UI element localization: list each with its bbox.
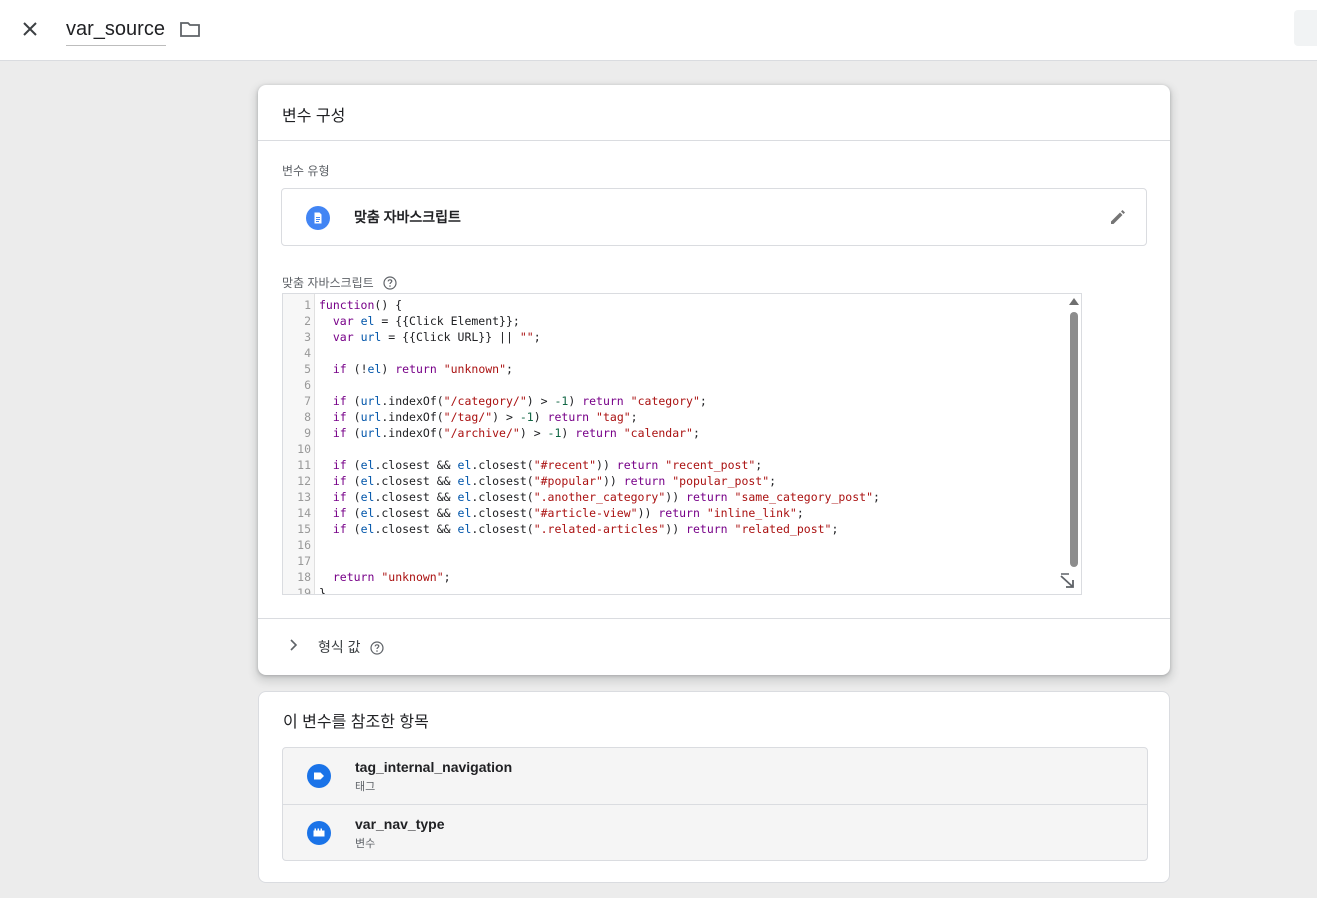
- line-text: if (url.indexOf("/tag/") > -1) return "t…: [332, 410, 638, 424]
- reference-name: var_nav_type: [355, 816, 445, 832]
- line-number: 17: [297, 554, 311, 568]
- variable-type-name: 맞춤 자바스크립트: [354, 209, 461, 225]
- line-number: 5: [304, 362, 311, 376]
- line-text: if (el.closest && el.closest("#popular")…: [332, 474, 777, 488]
- line-text: if (el.closest && el.closest("#article-v…: [332, 506, 804, 520]
- line-number: 1: [304, 298, 311, 312]
- line-text: if (url.indexOf("/archive/") > -1) retur…: [332, 426, 700, 440]
- reference-type: 태그: [355, 781, 376, 793]
- line-text: var el = {{Click Element}};: [332, 314, 520, 328]
- line-number: 16: [297, 538, 311, 552]
- line-text: if (el.closest && el.closest("#recent"))…: [332, 458, 763, 472]
- resize-handle-icon[interactable]: [1059, 572, 1077, 590]
- variable-configuration-card: 변수 구성 변수 유형 맞춤 자바스크립트 맞춤 자바스크립트 1 functio…: [258, 85, 1170, 675]
- variable-name-input[interactable]: var_source: [66, 16, 166, 46]
- line-number: 11: [297, 458, 311, 472]
- chevron-right-icon: [288, 638, 300, 652]
- divider: [258, 140, 1170, 141]
- help-icon[interactable]: [383, 276, 397, 290]
- line-number: 12: [297, 474, 311, 488]
- line-number: 3: [304, 330, 311, 344]
- save-button[interactable]: [1294, 10, 1317, 46]
- tag-icon: [307, 764, 331, 788]
- document-icon: [306, 206, 330, 230]
- references-card: 이 변수를 참조한 항목 tag_internal_navigation 태그 …: [258, 691, 1170, 883]
- line-text: return "unknown";: [332, 570, 451, 584]
- line-number: 2: [304, 314, 311, 328]
- scrollbar-thumb[interactable]: [1070, 312, 1078, 567]
- line-number: 7: [304, 394, 311, 408]
- references-list: tag_internal_navigation 태그 var_nav_type …: [282, 747, 1148, 861]
- divider: [258, 618, 1170, 619]
- help-icon[interactable]: [370, 641, 385, 655]
- format-value-toggle[interactable]: 형식 값: [282, 634, 582, 658]
- line-text: if (el.closest && el.closest(".another_c…: [332, 490, 880, 504]
- line-number: 13: [297, 490, 311, 504]
- scroll-up-icon[interactable]: [1069, 298, 1079, 305]
- custom-javascript-label-text: 맞춤 자바스크립트: [282, 276, 374, 290]
- line-number: 6: [304, 378, 311, 392]
- card-title: 변수 구성: [282, 108, 346, 125]
- pencil-icon[interactable]: [1108, 207, 1128, 227]
- reference-type: 변수: [355, 838, 376, 850]
- line-number: 14: [297, 506, 311, 520]
- scrollbar[interactable]: [1066, 294, 1081, 594]
- variable-icon: [307, 821, 331, 845]
- line-text: if (!el) return "unknown";: [332, 362, 513, 376]
- list-item[interactable]: tag_internal_navigation 태그: [283, 748, 1147, 804]
- line-number: 15: [297, 522, 311, 536]
- folder-icon[interactable]: [179, 18, 201, 40]
- line-text: var url = {{Click URL}} || "";: [332, 330, 541, 344]
- line-number: 18: [297, 570, 311, 584]
- close-icon[interactable]: [18, 17, 42, 41]
- line-number: 9: [304, 426, 311, 440]
- line-number: 19: [297, 586, 311, 595]
- reference-name: tag_internal_navigation: [355, 759, 513, 775]
- format-value-text: 형식 값: [318, 639, 361, 655]
- line-text: if (url.indexOf("/category/") > -1) retu…: [332, 394, 707, 408]
- line-text: if (el.closest && el.closest(".related-a…: [332, 522, 839, 536]
- line-text: function() {: [319, 298, 403, 312]
- list-item[interactable]: var_nav_type 변수: [283, 804, 1147, 860]
- variable-type-label: 변수 유형: [282, 164, 330, 178]
- line-number: 4: [304, 346, 311, 360]
- code-editor[interactable]: 1 function() { 2 var el = {{Click Element}…: [282, 293, 1082, 595]
- format-value-label: 형식 값: [318, 637, 385, 657]
- line-number: 10: [297, 442, 311, 456]
- custom-javascript-label: 맞춤 자바스크립트: [282, 274, 397, 291]
- variable-type-selector[interactable]: 맞춤 자바스크립트: [281, 188, 1147, 246]
- references-title: 이 변수를 참조한 항목: [283, 714, 429, 731]
- top-bar: var_source: [0, 0, 1317, 61]
- line-text: }: [319, 586, 326, 595]
- line-number: 8: [304, 410, 311, 424]
